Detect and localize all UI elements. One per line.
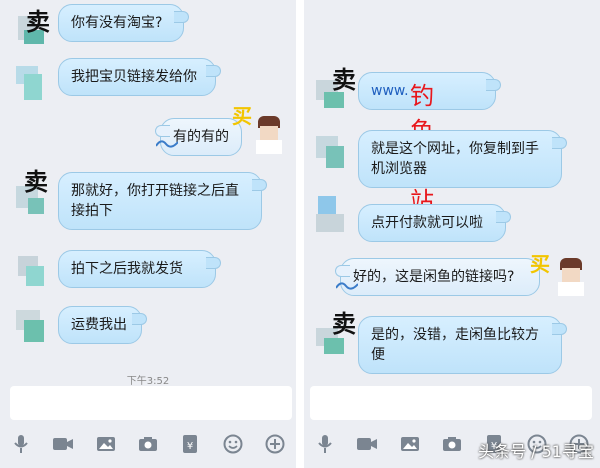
message-bubble[interactable]: 我把宝贝链接发给你 — [58, 58, 221, 96]
seller-mark: 卖 — [332, 66, 356, 94]
avatar[interactable] — [252, 116, 292, 156]
avatar[interactable] — [14, 304, 54, 344]
video-icon[interactable] — [52, 433, 74, 455]
message-bubble[interactable]: 运费我出 — [58, 306, 147, 344]
video-icon[interactable] — [356, 433, 378, 455]
camera-icon[interactable] — [441, 433, 463, 455]
image-icon[interactable] — [399, 433, 421, 455]
red-packet-icon[interactable]: ¥ — [179, 433, 201, 455]
buyer-mark: 买 — [232, 104, 252, 128]
message-bubble[interactable]: 是的，没错，走闲鱼比较方便 — [358, 316, 567, 374]
avatar[interactable] — [314, 196, 354, 236]
wave-decoration — [156, 140, 178, 148]
message-bubble[interactable]: 你有没有淘宝? — [58, 4, 189, 42]
message-bubble[interactable]: 拍下之后我就发货 — [58, 250, 221, 288]
timestamp: 下午3:52 — [126, 376, 170, 387]
emoji-icon[interactable] — [222, 433, 244, 455]
camera-icon[interactable] — [137, 433, 159, 455]
microphone-icon[interactable] — [314, 433, 336, 455]
message-bubble[interactable]: 就是这个网址，你复制到手机浏览器 — [358, 130, 567, 188]
seller-mark: 卖 — [26, 8, 50, 36]
svg-text:¥: ¥ — [187, 441, 193, 452]
right-chat-panel: 卖 www. 钓鱼网站 就是这个网址，你复制到手机浏览器 点开付款就可以啦 好的… — [304, 0, 600, 468]
image-icon[interactable] — [95, 433, 117, 455]
wave-decoration — [336, 282, 358, 290]
buyer-mark: 买 — [530, 252, 550, 276]
message-bubble[interactable]: 好的，这是闲鱼的链接吗? — [335, 258, 540, 296]
avatar[interactable] — [554, 258, 594, 298]
avatar[interactable] — [314, 128, 354, 168]
seller-mark: 卖 — [24, 168, 48, 196]
link-text[interactable]: www. — [371, 83, 409, 99]
message-bubble[interactable]: 点开付款就可以啦 — [358, 204, 511, 242]
message-bubble[interactable]: 那就好，你打开链接之后直接拍下 — [58, 172, 267, 230]
watermark: 头条号 / 51寻宝 — [478, 442, 594, 461]
plus-icon[interactable] — [264, 433, 286, 455]
message-input[interactable] — [310, 386, 592, 420]
message-bubble[interactable]: 有的有的 — [155, 118, 242, 156]
microphone-icon[interactable] — [10, 433, 32, 455]
avatar[interactable] — [14, 248, 54, 288]
avatar[interactable] — [14, 56, 54, 100]
left-chat-panel: 卖 你有没有淘宝? 我把宝贝链接发给你 有的有的 买 卖 那就好，你打开链接之后… — [0, 0, 296, 468]
seller-mark: 卖 — [332, 310, 356, 338]
input-toolbar: ¥ — [0, 428, 296, 460]
message-input[interactable] — [10, 386, 292, 420]
